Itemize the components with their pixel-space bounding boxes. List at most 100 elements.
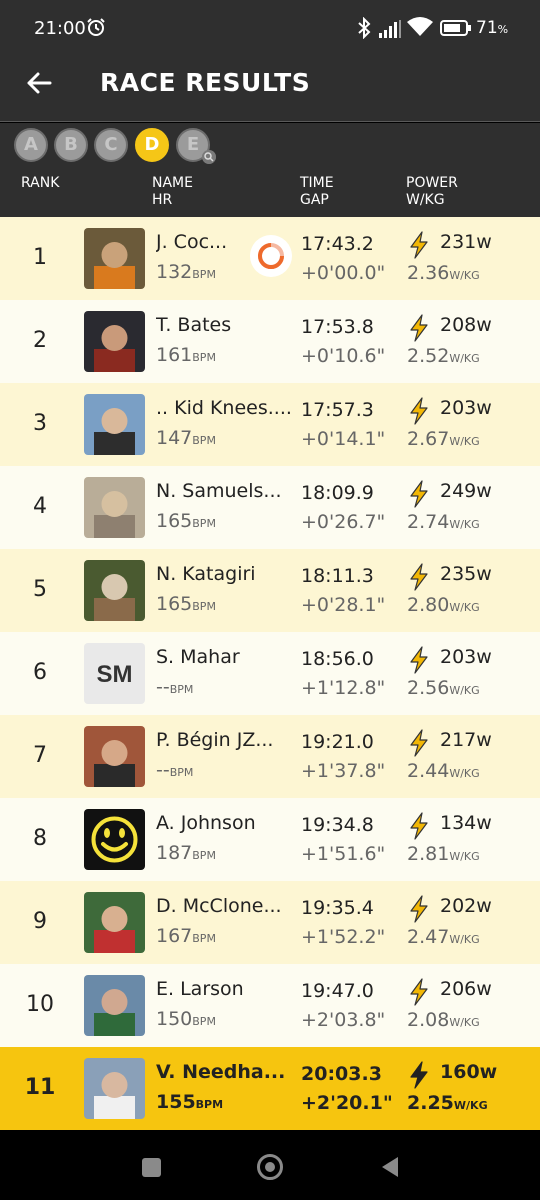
table-row[interactable]: 1 J. Coc... 132BPM 17:43.2 +0'00.0" 231w 2.36W… [0, 217, 540, 300]
rider-name: N. Katagiri [156, 563, 256, 585]
rank: 11 [24, 1075, 56, 1100]
power-watts: 208w [440, 314, 492, 336]
power-watts: 235w [440, 563, 492, 585]
watts-per-kg: 2.67W/KG [407, 428, 480, 450]
col-rank[interactable]: RANK [21, 175, 59, 192]
lightning-bolt-icon [410, 978, 428, 1006]
col-time-gap[interactable]: TIME GAP [300, 175, 334, 209]
finish-time: 17:53.8 [301, 316, 374, 338]
avatar[interactable] [84, 394, 145, 455]
rider-name: P. Bégin JZ... [156, 729, 274, 751]
watts-per-kg: 2.52W/KG [407, 345, 480, 367]
power-watts: 202w [440, 895, 492, 917]
time-gap: +1'51.6" [301, 843, 386, 865]
category-d-button[interactable]: D [135, 128, 169, 162]
avatar[interactable] [84, 975, 145, 1036]
table-row[interactable]: 8 A. Johnson 187BPM 19:34.8 +1'51.6" 134w 2.81… [0, 798, 540, 881]
rank: 7 [33, 743, 47, 768]
time-gap: +0'26.7" [301, 511, 386, 533]
category-c-button[interactable]: C [94, 128, 128, 162]
heart-rate: 167BPM [156, 925, 216, 947]
table-row[interactable]: 3 .. Kid Knees.... 147BPM 17:57.3 +0'14.1" 20… [0, 383, 540, 466]
table-row-current-user[interactable]: 11 V. Needha... 155BPM 20:03.3 +2'20.1" 160w 2… [0, 1047, 540, 1130]
heart-rate: 155BPM [156, 1091, 224, 1113]
heart-rate: 187BPM [156, 842, 216, 864]
lightning-bolt-icon [410, 646, 428, 674]
avatar[interactable] [84, 560, 145, 621]
watts-per-kg: 2.81W/KG [407, 843, 480, 865]
time-gap: +1'12.8" [301, 677, 386, 699]
heart-rate: 161BPM [156, 344, 216, 366]
lightning-bolt-icon [410, 231, 428, 259]
back-triangle-icon[interactable] [380, 1156, 400, 1178]
watts-per-kg: 2.36W/KG [407, 262, 480, 284]
category-a-button[interactable]: A [14, 128, 48, 162]
finish-time: 18:56.0 [301, 648, 374, 670]
avatar[interactable] [84, 1058, 145, 1119]
time-gap: +2'20.1" [301, 1092, 393, 1114]
table-row[interactable]: 9 D. McClone... 167BPM 19:35.4 +1'52.2" 202w 2… [0, 881, 540, 964]
app-bar: RACE RESULTS [0, 46, 540, 122]
avatar[interactable] [84, 809, 145, 870]
table-row[interactable]: 2 T. Bates 161BPM 17:53.8 +0'10.6" 208w 2.52W/… [0, 300, 540, 383]
avatar[interactable] [84, 311, 145, 372]
table-row[interactable]: 6 SM S. Mahar --BPM 18:56.0 +1'12.8" 203w 2.56W… [0, 632, 540, 715]
loading-ring-icon [250, 235, 292, 277]
power-watts: 217w [440, 729, 492, 751]
finish-time: 19:35.4 [301, 897, 374, 919]
power-watts: 249w [440, 480, 492, 502]
table-row[interactable]: 5 N. Katagiri 165BPM 18:11.3 +0'28.1" 235w 2.8… [0, 549, 540, 632]
results-list: 1 J. Coc... 132BPM 17:43.2 +0'00.0" 231w 2.36W… [0, 217, 540, 1130]
home-button[interactable] [257, 1154, 283, 1180]
rank: 2 [33, 328, 47, 353]
svg-text:SM: SM [97, 661, 133, 688]
col-name-hr[interactable]: NAME HR [152, 175, 193, 209]
watts-per-kg: 2.08W/KG [407, 1009, 480, 1031]
column-header: RANK NAME HR TIME GAP POWER W/KG [0, 167, 540, 217]
search-icon[interactable] [202, 150, 216, 164]
heart-rate: 150BPM [156, 1008, 216, 1030]
battery-percent: 71% [476, 18, 509, 38]
avatar[interactable] [84, 892, 145, 953]
power-watts: 231w [440, 231, 492, 253]
lightning-bolt-icon [410, 480, 428, 508]
power-watts: 206w [440, 978, 492, 1000]
lightning-bolt-icon [410, 812, 428, 840]
recents-button[interactable] [142, 1158, 161, 1177]
avatar[interactable] [84, 477, 145, 538]
heart-rate: --BPM [156, 759, 194, 781]
status-time: 21:00 [34, 18, 86, 39]
finish-time: 17:57.3 [301, 399, 374, 421]
category-b-button[interactable]: B [54, 128, 88, 162]
rider-name: T. Bates [156, 314, 232, 336]
rank: 6 [33, 660, 47, 685]
heart-rate: 147BPM [156, 427, 216, 449]
rider-name: V. Needha... [156, 1061, 286, 1083]
lightning-bolt-icon [410, 895, 428, 923]
rider-name: E. Larson [156, 978, 244, 1000]
table-row[interactable]: 7 P. Bégin JZ... --BPM 19:21.0 +1'37.8" 217w 2… [0, 715, 540, 798]
page-title: RACE RESULTS [100, 68, 311, 97]
time-gap: +2'03.8" [301, 1009, 386, 1031]
time-gap: +0'28.1" [301, 594, 386, 616]
back-arrow-icon[interactable] [24, 68, 54, 98]
lightning-bolt-icon [410, 729, 428, 757]
power-watts: 203w [440, 646, 492, 668]
alarm-icon [87, 18, 105, 36]
col-power-wkg[interactable]: POWER W/KG [406, 175, 458, 209]
heart-rate: 165BPM [156, 593, 216, 615]
avatar[interactable]: SM [84, 643, 145, 704]
time-gap: +1'37.8" [301, 760, 386, 782]
finish-time: 19:21.0 [301, 731, 374, 753]
rider-name: N. Samuels... [156, 480, 282, 502]
watts-per-kg: 2.47W/KG [407, 926, 480, 948]
power-watts: 134w [440, 812, 492, 834]
table-row[interactable]: 4 N. Samuels... 165BPM 18:09.9 +0'26.7" 249w 2… [0, 466, 540, 549]
lightning-bolt-icon [410, 1061, 428, 1089]
battery-icon [440, 20, 471, 36]
avatar[interactable] [84, 726, 145, 787]
rank: 8 [33, 826, 47, 851]
table-row[interactable]: 10 E. Larson 150BPM 19:47.0 +2'03.8" 206w 2.08… [0, 964, 540, 1047]
rank: 9 [33, 909, 47, 934]
avatar[interactable] [84, 228, 145, 289]
